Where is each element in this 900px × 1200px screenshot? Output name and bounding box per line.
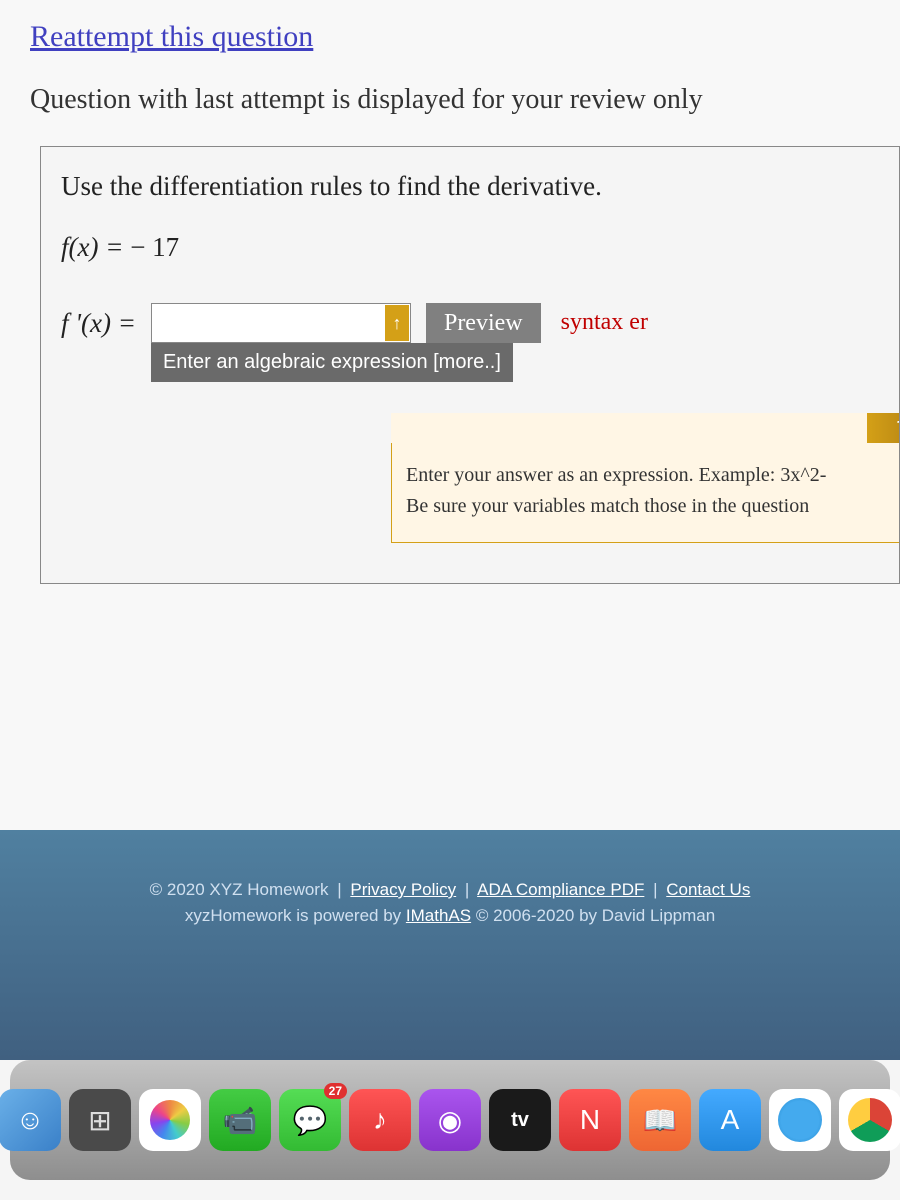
- footer-copyright-2: © 2006-2020 by David Lippman: [476, 906, 715, 925]
- podcasts-icon[interactable]: ◉: [419, 1089, 481, 1151]
- privacy-link[interactable]: Privacy Policy: [350, 880, 456, 899]
- chrome-icon[interactable]: [839, 1089, 900, 1151]
- messages-badge: 27: [324, 1083, 347, 1099]
- contact-link[interactable]: Contact Us: [666, 880, 750, 899]
- tip-box: TIP Enter your answer as an expression. …: [391, 413, 900, 543]
- facetime-icon[interactable]: 📹: [209, 1089, 271, 1151]
- music-icon[interactable]: ♪: [349, 1089, 411, 1151]
- finder-icon[interactable]: ☺: [0, 1089, 61, 1151]
- launchpad-icon[interactable]: ⊞: [69, 1089, 131, 1151]
- ada-link[interactable]: ADA Compliance PDF: [477, 880, 644, 899]
- given-lhs: f(x) =: [61, 232, 130, 262]
- preview-button[interactable]: Preview: [426, 303, 541, 343]
- footer-line-1: © 2020 XYZ Homework | Privacy Policy | A…: [0, 880, 900, 900]
- answer-input[interactable]: [151, 303, 411, 343]
- footer-line-2: xyzHomework is powered by IMathAS © 2006…: [0, 906, 900, 926]
- footer-copyright: © 2020 XYZ Homework: [150, 880, 329, 899]
- question-instruction: Use the differentiation rules to find th…: [61, 171, 879, 202]
- expand-icon[interactable]: ↑: [385, 305, 409, 341]
- page-footer: © 2020 XYZ Homework | Privacy Policy | A…: [0, 830, 900, 1060]
- answer-input-wrap: ↑ Enter an algebraic expression [more..]: [151, 303, 411, 343]
- given-equation: f(x) = − 17: [61, 232, 879, 263]
- reattempt-link[interactable]: Reattempt this question: [30, 20, 313, 53]
- tip-header: TIP: [391, 413, 900, 443]
- answer-row: f '(x) = ↑ Enter an algebraic expression…: [61, 303, 879, 343]
- news-icon[interactable]: N: [559, 1089, 621, 1151]
- given-rhs: − 17: [130, 232, 179, 262]
- tv-icon[interactable]: tv: [489, 1089, 551, 1151]
- dock: ☺ ⊞ 📹 💬27 ♪ ◉ tv N 📖 A: [10, 1060, 890, 1180]
- tip-line-2: Be sure your variables match those in th…: [406, 495, 900, 518]
- answer-lhs: f '(x) =: [61, 303, 136, 339]
- question-box: Use the differentiation rules to find th…: [40, 146, 900, 584]
- safari-icon[interactable]: [769, 1089, 831, 1151]
- powered-by-text: xyzHomework is powered by: [185, 906, 406, 925]
- photos-icon[interactable]: [139, 1089, 201, 1151]
- tip-line-1: Enter your answer as an expression. Exam…: [406, 464, 900, 487]
- books-icon[interactable]: 📖: [629, 1089, 691, 1151]
- review-notice: Question with last attempt is displayed …: [30, 84, 900, 116]
- messages-icon[interactable]: 💬27: [279, 1089, 341, 1151]
- tip-label: TIP: [896, 419, 900, 437]
- input-hint-tooltip[interactable]: Enter an algebraic expression [more..]: [151, 343, 513, 382]
- question-panel: Reattempt this question Question with la…: [0, 0, 900, 830]
- syntax-error-text: syntax er: [561, 303, 648, 336]
- appstore-icon[interactable]: A: [699, 1089, 761, 1151]
- imathas-link[interactable]: IMathAS: [406, 906, 471, 925]
